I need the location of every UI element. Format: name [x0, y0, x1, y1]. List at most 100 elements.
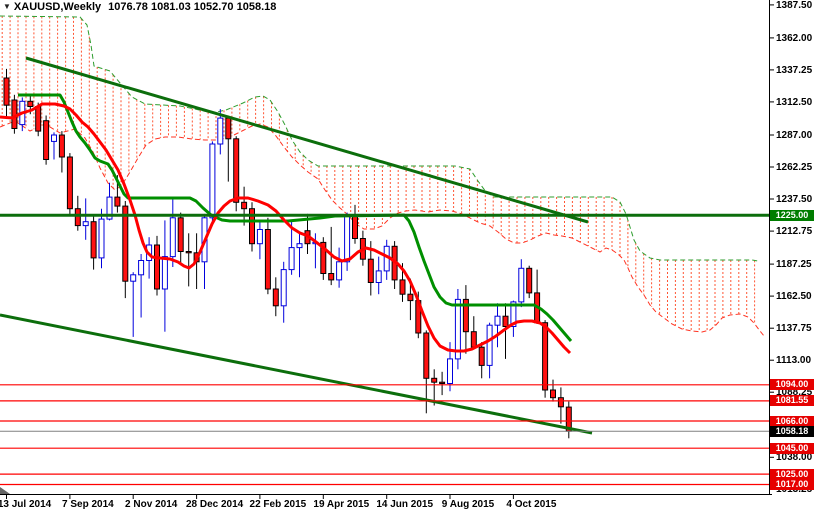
candle-body-bear — [154, 244, 160, 290]
senkou-span-top-line — [0, 15, 759, 262]
candle-body-bear — [122, 205, 129, 282]
date-tick-label: 4 Oct 2015 — [506, 499, 557, 510]
candle-bar — [320, 237, 327, 280]
ohlc-values: 1076.78 1081.03 1052.70 1058.18 — [108, 1, 277, 13]
candle-body-bear — [185, 251, 192, 254]
candle-bar — [526, 265, 533, 299]
candle-bar — [130, 272, 137, 337]
candle-body-bear — [177, 217, 184, 253]
candle-body-bear — [431, 377, 438, 383]
date-tick-label: 13 Jul 2014 — [0, 499, 52, 510]
candle-bar — [280, 261, 287, 323]
candle-bar — [185, 233, 192, 287]
price-tick-label: 1162.50 — [776, 291, 812, 303]
candle-body-bull — [82, 221, 89, 227]
candle-bar — [90, 215, 97, 270]
date-tick-label: 28 Dec 2014 — [185, 499, 244, 510]
candle-bar — [3, 68, 10, 119]
candle-bar — [138, 254, 145, 318]
price-tick-label: 1137.75 — [776, 323, 812, 335]
price-level-badge: 1225.00 — [770, 210, 814, 221]
candle-body-bear — [35, 106, 42, 132]
candle-bar — [58, 131, 65, 173]
candle-body-bear — [470, 331, 477, 348]
candle-bar — [439, 371, 446, 396]
candle-body-bull — [98, 218, 105, 259]
price-tick-label: 1312.50 — [776, 96, 813, 108]
candle-body-bear — [502, 315, 509, 328]
candle-body-bear — [352, 216, 358, 239]
candle-body-bear — [114, 196, 121, 207]
candle-bar — [177, 212, 184, 264]
candle-bar — [565, 401, 572, 439]
candle-bar — [478, 342, 485, 379]
scroll-end-marker-icon — [0, 487, 10, 494]
candle-bar — [383, 239, 390, 280]
candle-bar — [534, 269, 541, 324]
candle-bar — [161, 220, 168, 332]
price-level-badge: 1094.00 — [770, 379, 814, 390]
candle-body-bear — [27, 100, 34, 108]
candle-body-bull — [138, 260, 145, 276]
candle-body-bear — [542, 322, 549, 391]
candle-body-bull — [217, 117, 224, 145]
candle-bar — [542, 320, 549, 398]
candle-bar — [249, 202, 255, 252]
candle-bar — [43, 115, 50, 165]
date-tick-label: 2 Nov 2014 — [125, 499, 178, 510]
candle-bar — [391, 241, 398, 289]
price-tick-label: 1387.50 — [776, 0, 813, 11]
candle-body-bear — [225, 117, 232, 140]
price-tick-label: 1287.00 — [776, 130, 813, 141]
candle-body-bull — [288, 247, 295, 271]
price-level-badge: 1017.00 — [770, 479, 814, 490]
candle-bar — [344, 212, 351, 271]
candle-body-bull — [169, 217, 176, 258]
symbol-period-label: XAUUSD,Weekly — [13, 1, 102, 13]
price-tick-label: 1237.50 — [776, 194, 813, 205]
trendline-lower[interactable] — [0, 313, 593, 435]
candle-bar — [352, 204, 358, 244]
price-chart-plot[interactable] — [0, 0, 814, 516]
symbol-marker-icon: ▼ — [3, 2, 11, 11]
candle-body-bear — [272, 288, 279, 307]
candle-body-bull — [447, 358, 453, 384]
kijun-line — [18, 93, 573, 342]
candles — [3, 68, 572, 439]
price-tick-label: 1113.00 — [776, 355, 812, 367]
candle-bar — [486, 322, 493, 379]
candle-body-bear — [550, 389, 556, 399]
candle-bar — [264, 217, 271, 295]
candle-body-bear — [557, 397, 564, 408]
candle-body-bear — [367, 258, 374, 284]
price-tick-label: 1362.00 — [776, 32, 813, 44]
candle-body-bull — [256, 229, 263, 245]
candle-body-bear — [233, 138, 240, 203]
candle-body-bear — [3, 77, 10, 106]
candle-body-bear — [66, 156, 73, 210]
candle-body-bull — [336, 261, 343, 281]
candle-body-bear — [264, 229, 271, 290]
candle-body-bear — [58, 134, 65, 158]
candle-body-bull — [130, 274, 137, 282]
candle-body-bull — [280, 269, 287, 307]
candle-bar — [272, 277, 279, 317]
candle-bar — [154, 235, 160, 296]
candle-bar — [98, 208, 105, 269]
candle-body-bear — [74, 208, 81, 227]
candle-body-bull — [494, 315, 501, 326]
candle-body-bear — [90, 221, 97, 259]
candle-body-bull — [296, 243, 303, 249]
candle-bar — [201, 213, 208, 289]
date-tick-label: 7 Sep 2014 — [62, 499, 114, 510]
price-tick-label: 1262.25 — [776, 162, 813, 173]
candle-body-bear — [478, 346, 485, 366]
candle-bar — [169, 197, 176, 267]
date-tick-label: 19 Apr 2015 — [313, 499, 370, 510]
candle-body-bull — [161, 256, 168, 290]
candle-body-bear — [439, 381, 446, 385]
candle-body-bull — [375, 270, 382, 283]
candle-bar — [454, 289, 461, 370]
current-price-badge: 1058.18 — [770, 426, 814, 437]
price-tick-label: 1212.75 — [776, 226, 813, 238]
